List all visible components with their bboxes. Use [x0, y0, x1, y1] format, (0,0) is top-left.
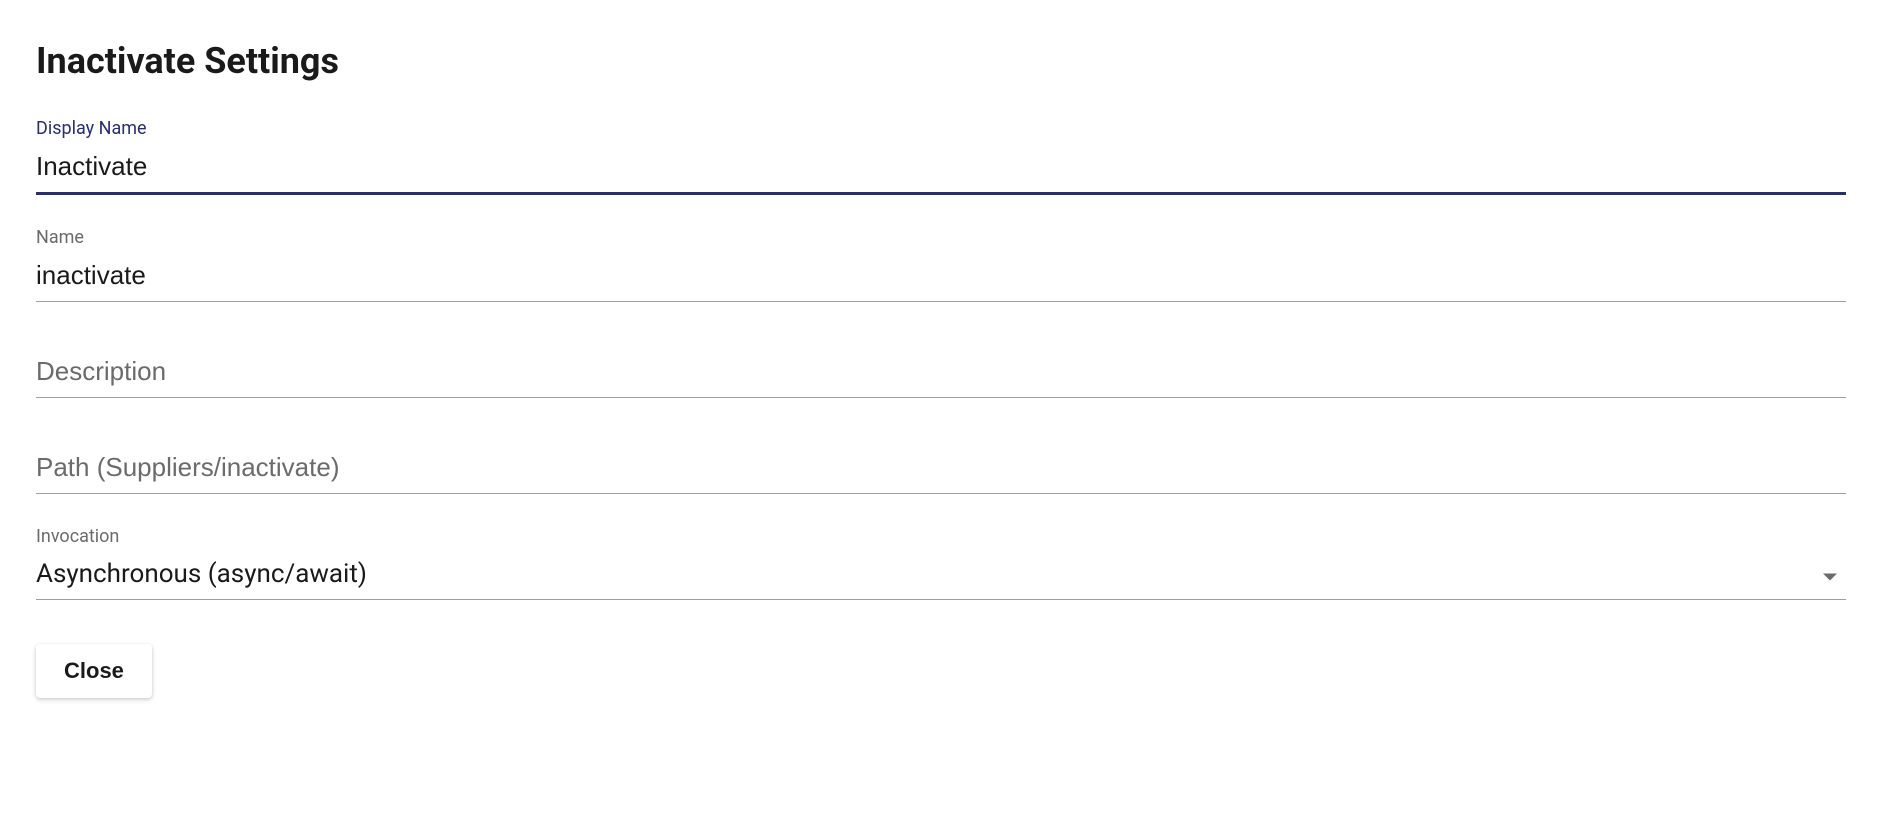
name-field: Name	[36, 227, 1846, 302]
path-field	[36, 446, 1846, 494]
invocation-select[interactable]: Asynchronous (async/await)	[36, 553, 1846, 600]
page-title: Inactivate Settings	[36, 40, 1846, 82]
invocation-label: Invocation	[36, 526, 1846, 547]
name-input[interactable]	[36, 254, 1846, 302]
display-name-label: Display Name	[36, 118, 1846, 139]
display-name-input[interactable]	[36, 145, 1846, 195]
name-label: Name	[36, 227, 1846, 248]
description-field	[36, 350, 1846, 398]
close-button[interactable]: Close	[36, 644, 152, 698]
path-input[interactable]	[36, 446, 1846, 494]
description-input[interactable]	[36, 350, 1846, 398]
button-row: Close	[36, 644, 1846, 698]
display-name-field: Display Name	[36, 118, 1846, 195]
invocation-field: Invocation Asynchronous (async/await)	[36, 526, 1846, 600]
